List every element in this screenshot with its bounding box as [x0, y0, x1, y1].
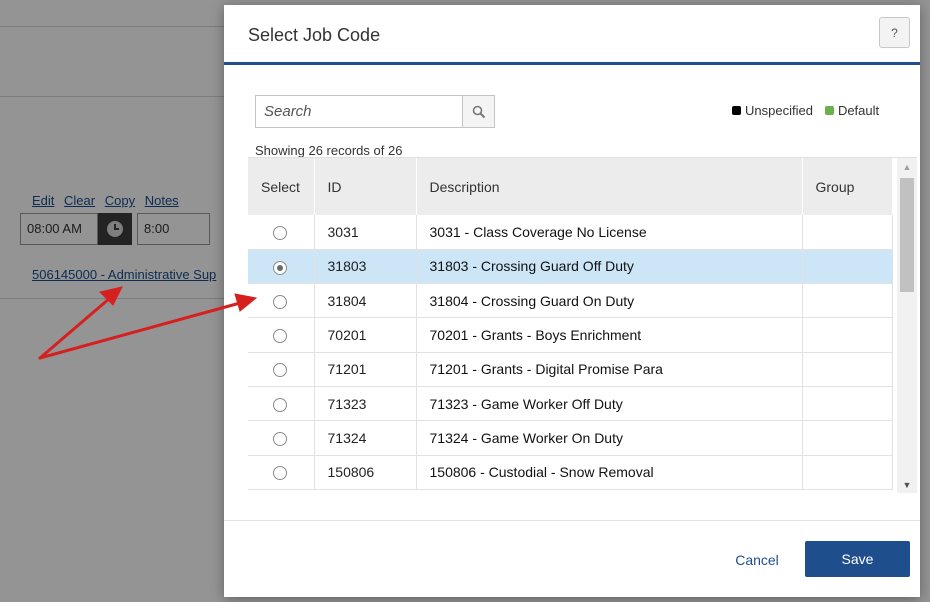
help-button[interactable]: ?: [879, 17, 910, 48]
description-cell: 150806 - Custodial - Snow Removal: [416, 455, 803, 490]
id-cell: 70201: [314, 317, 417, 353]
legend-swatch: [732, 106, 741, 115]
scroll-up-arrow-icon[interactable]: ▲: [897, 158, 917, 176]
column-header-group[interactable]: Group: [802, 158, 893, 215]
scroll-down-arrow-icon[interactable]: ▼: [897, 476, 917, 493]
record-count: Showing 26 records of 26: [255, 143, 403, 158]
row-radio-button[interactable]: [273, 466, 287, 481]
row-radio-button[interactable]: [273, 260, 287, 275]
group-cell: [802, 283, 893, 319]
description-cell: 71324 - Game Worker On Duty: [416, 420, 803, 456]
select-job-code-dialog: Select Job Code ? Unspecified Default Sh…: [224, 5, 920, 597]
select-cell: [248, 420, 315, 456]
legend-item-unspecified: Unspecified: [732, 103, 813, 118]
description-cell: 3031 - Class Coverage No License: [416, 215, 803, 250]
select-cell: [248, 352, 315, 387]
table-row[interactable]: 71323 71323 - Game Worker Off Duty: [248, 386, 893, 422]
id-cell: 71324: [314, 420, 417, 456]
table-header-row: Select ID Description Group: [248, 158, 893, 215]
group-cell: [802, 352, 893, 387]
legend-swatch: [824, 106, 834, 115]
legend-item-default: Default: [824, 103, 880, 118]
group-cell: [802, 455, 893, 490]
table-row[interactable]: 31804 31804 - Crossing Guard On Duty: [248, 283, 893, 319]
row-radio-button[interactable]: [273, 432, 287, 447]
select-cell: [248, 283, 315, 319]
id-cell: 71323: [314, 386, 417, 422]
search-icon: [472, 105, 485, 118]
id-cell: 71201: [314, 352, 417, 387]
search-input[interactable]: [255, 95, 462, 128]
search-button[interactable]: [462, 95, 495, 128]
search-box: [255, 95, 495, 128]
table-body: 3031 3031 - Class Coverage No License 3180…: [248, 215, 893, 490]
legend-label: Unspecified: [745, 103, 813, 118]
dialog-title: Select Job Code: [248, 25, 381, 45]
select-cell: [248, 455, 315, 490]
row-radio-button[interactable]: [273, 329, 287, 344]
column-header-description[interactable]: Description: [416, 158, 803, 215]
row-radio-button[interactable]: [273, 294, 287, 309]
group-cell: [802, 249, 893, 285]
table-row[interactable]: 150806 150806 - Custodial - Snow Removal: [248, 455, 893, 490]
description-cell: 71323 - Game Worker Off Duty: [416, 386, 803, 422]
table-row[interactable]: 3031 3031 - Class Coverage No License: [248, 215, 893, 250]
group-cell: [802, 420, 893, 456]
description-cell: 71201 - Grants - Digital Promise Para: [416, 352, 803, 387]
id-cell: 31803: [314, 249, 417, 285]
column-header-id[interactable]: ID: [314, 158, 417, 215]
table-row[interactable]: 31803 31803 - Crossing Guard Off Duty: [248, 249, 893, 285]
row-radio-button[interactable]: [273, 397, 287, 412]
grid-scrollbar[interactable]: ▲ ▼: [897, 158, 917, 493]
group-cell: [802, 386, 893, 422]
select-cell: [248, 215, 315, 250]
description-cell: 31803 - Crossing Guard Off Duty: [416, 249, 803, 285]
row-radio-button[interactable]: [273, 226, 287, 241]
cancel-button[interactable]: Cancel: [722, 542, 792, 577]
id-cell: 150806: [314, 455, 417, 490]
legend-label: Default: [837, 103, 880, 118]
select-cell: [248, 386, 315, 422]
group-cell: [802, 215, 893, 250]
job-code-grid: Select ID Description Group 3031 3031 - C…: [248, 157, 917, 493]
select-cell: [248, 249, 315, 285]
scroll-thumb[interactable]: [900, 178, 914, 292]
job-code-table: Select ID Description Group 3031 3031 - C…: [248, 158, 893, 490]
dialog-header: Select Job Code ?: [224, 5, 920, 65]
row-radio-button[interactable]: [273, 363, 287, 378]
save-button[interactable]: Save: [805, 541, 910, 577]
description-cell: 70201 - Grants - Boys Enrichment: [416, 317, 803, 353]
select-cell: [248, 317, 315, 353]
footer-divider: [224, 520, 920, 521]
column-header-select[interactable]: Select: [248, 158, 315, 215]
group-cell: [802, 317, 893, 353]
description-cell: 31804 - Crossing Guard On Duty: [416, 283, 803, 319]
id-cell: 31804: [314, 283, 417, 319]
color-legend: Unspecified Default: [732, 103, 891, 118]
table-row[interactable]: 71324 71324 - Game Worker On Duty: [248, 420, 893, 456]
id-cell: 3031: [314, 215, 417, 250]
table-row[interactable]: 71201 71201 - Grants - Digital Promise Pa…: [248, 352, 893, 387]
table-row[interactable]: 70201 70201 - Grants - Boys Enrichment: [248, 317, 893, 353]
